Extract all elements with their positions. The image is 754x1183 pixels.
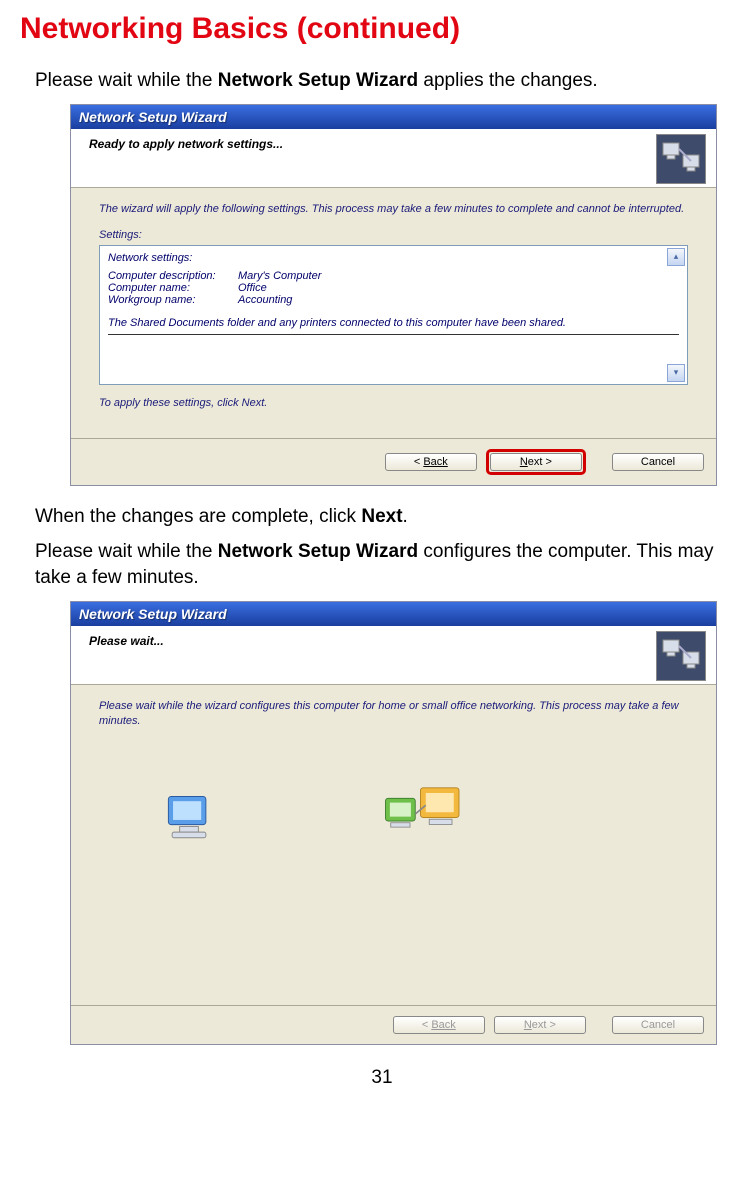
window-titlebar: Network Setup Wizard (71, 602, 716, 626)
setting-value: Accounting (238, 294, 292, 306)
wizard-button-row: < Back Next > Cancel (71, 438, 716, 485)
computer-icon (159, 789, 219, 849)
wizard-dialog-ready: Network Setup Wizard Ready to apply netw… (70, 104, 717, 486)
next-button[interactable]: Next > (490, 453, 582, 471)
intro-text-2: Please wait while the Network Setup Wiza… (35, 539, 744, 590)
page-title: Networking Basics (continued) (20, 12, 744, 46)
scroll-down-icon[interactable]: ▾ (667, 364, 685, 382)
cancel-button[interactable]: Cancel (612, 453, 704, 471)
network-icon (656, 134, 706, 184)
text-bold: Network Setup Wizard (218, 70, 418, 91)
wizard-heading: Ready to apply network settings... (89, 137, 283, 151)
text-bold: Next (361, 506, 402, 527)
back-button: < Back (393, 1016, 485, 1034)
intro-text-1: Please wait while the Network Setup Wiza… (35, 68, 744, 94)
setting-key: Computer name: (108, 282, 238, 294)
shared-text: The Shared Documents folder and any prin… (108, 316, 679, 330)
scroll-up-icon[interactable]: ▴ (667, 248, 685, 266)
page-number: 31 (20, 1067, 744, 1089)
text-bold: Network Setup Wizard (218, 541, 418, 562)
wizard-header: Ready to apply network settings... (71, 129, 716, 188)
text: Please wait while the (35, 541, 218, 562)
back-label: Back (423, 456, 447, 468)
network-icon (656, 631, 706, 681)
back-button[interactable]: < Back (385, 453, 477, 471)
wizard-intro-text: Please wait while the wizard configures … (99, 699, 688, 730)
back-label: Back (431, 1019, 455, 1031)
wizard-heading: Please wait... (89, 634, 164, 648)
wizard-dialog-pleasewait: Network Setup Wizard Please wait... Plea… (70, 601, 717, 1045)
text: When the changes are complete, click (35, 506, 361, 527)
text: . (403, 506, 408, 527)
text: applies the changes. (418, 70, 598, 91)
text: Please wait while the (35, 70, 218, 91)
setting-row: Computer description: Mary's Computer (108, 270, 679, 282)
wizard-content: Please wait while the wizard configures … (71, 685, 716, 1005)
wizard-button-row: < Back Next > Cancel (71, 1005, 716, 1044)
divider (108, 334, 679, 335)
wizard-content: The wizard will apply the following sett… (71, 188, 716, 438)
wizard-header: Please wait... (71, 626, 716, 685)
setting-value: Office (238, 282, 267, 294)
network-computers-icon (379, 779, 469, 849)
window-titlebar: Network Setup Wizard (71, 105, 716, 129)
cancel-button: Cancel (612, 1016, 704, 1034)
settings-box-title: Network settings: (108, 252, 679, 264)
setting-row: Workgroup name: Accounting (108, 294, 679, 306)
setting-key: Computer description: (108, 270, 238, 282)
settings-listbox[interactable]: ▴ ▾ Network settings: Computer descripti… (99, 245, 688, 385)
setting-key: Workgroup name: (108, 294, 238, 306)
next-button-highlight: Next > (486, 449, 586, 475)
wizard-intro-text: The wizard will apply the following sett… (99, 202, 688, 217)
setting-value: Mary's Computer (238, 270, 321, 282)
settings-label: Settings: (99, 229, 688, 241)
apply-hint: To apply these settings, click Next. (99, 397, 688, 409)
mid-text-1: When the changes are complete, click Nex… (35, 504, 744, 530)
next-button: Next > (494, 1016, 586, 1034)
next-label-rest: ext > (528, 456, 552, 468)
setting-row: Computer name: Office (108, 282, 679, 294)
progress-animation (99, 769, 688, 899)
